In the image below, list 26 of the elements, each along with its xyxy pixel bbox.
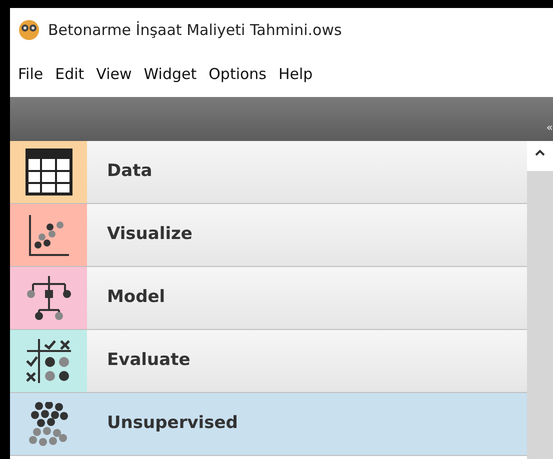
scrollbar[interactable]	[527, 141, 553, 459]
category-row[interactable]: Model	[10, 267, 527, 330]
table-icon	[24, 148, 72, 196]
category-label: Evaluate	[107, 349, 190, 372]
menu-item[interactable]: File	[18, 63, 44, 86]
scroll-up-icon[interactable]	[535, 149, 545, 156]
menu-item[interactable]: Widget	[144, 63, 197, 86]
menu-item[interactable]: Options	[208, 63, 266, 86]
confusion-matrix-icon	[24, 337, 72, 385]
collapse-button[interactable]: «	[546, 122, 553, 133]
category-row[interactable]: Data	[10, 141, 527, 204]
category-label: Unsupervised	[107, 412, 238, 436]
window-title: Betonarme İnşaat Maliyeti Tahmini.ows	[48, 20, 342, 41]
category-row[interactable]: Evaluate	[10, 330, 527, 393]
category-label: Model	[107, 286, 166, 310]
menu-item[interactable]: Help	[278, 63, 313, 86]
category-label: Data	[107, 160, 152, 184]
category-label: Visualize	[107, 223, 192, 246]
category-row[interactable]: Visualize	[10, 204, 527, 267]
category-row[interactable]: Unsupervised	[10, 393, 527, 456]
menu-item[interactable]: View	[96, 63, 132, 86]
tree-icon	[24, 274, 72, 322]
scatter-plot-icon	[26, 213, 70, 257]
cluster-icon	[28, 402, 68, 446]
menu-item[interactable]: Edit	[55, 63, 84, 86]
sunglasses-face-icon	[18, 19, 40, 41]
